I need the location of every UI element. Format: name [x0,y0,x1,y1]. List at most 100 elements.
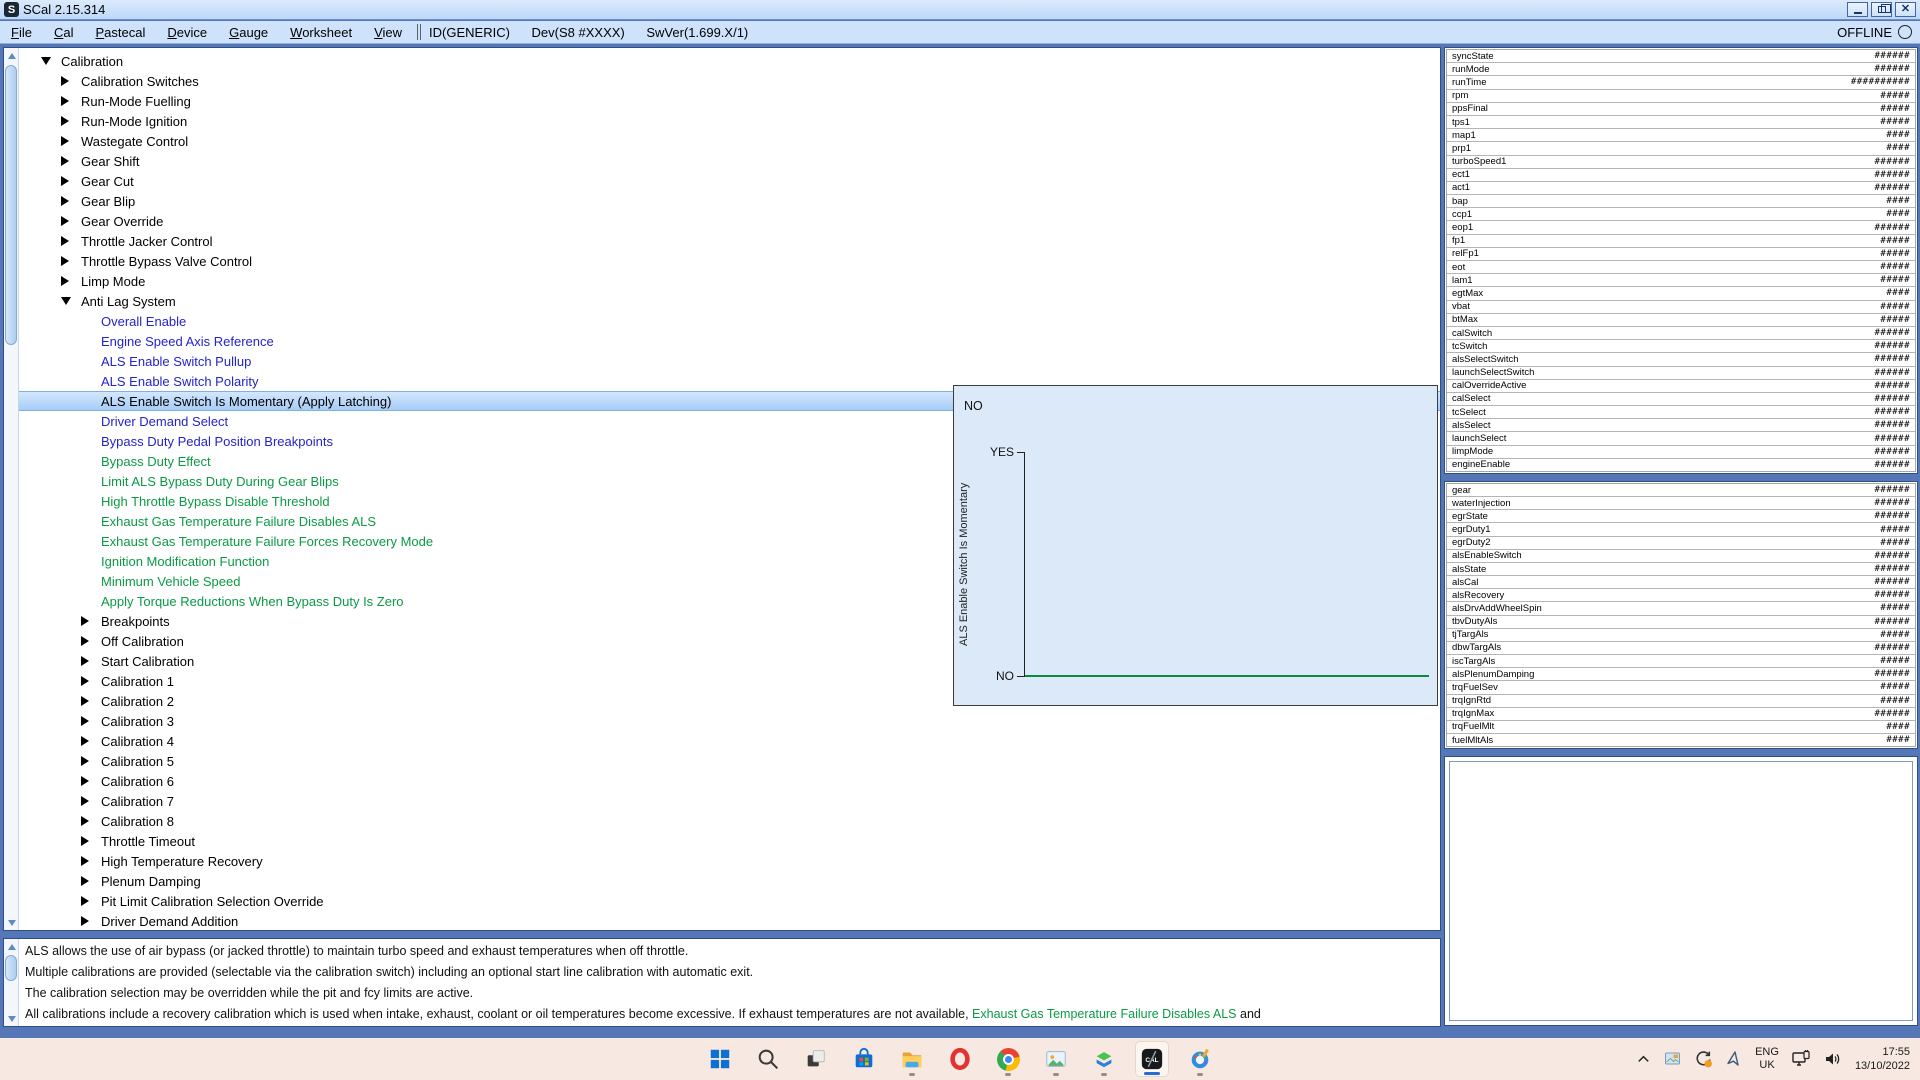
tree-item[interactable]: Run-Mode Fuelling [19,91,1440,111]
watch-row[interactable]: tcSelect ###### [1447,406,1915,419]
scal-app-button[interactable]: CAL [1135,1041,1169,1077]
tree-item[interactable]: Calibration Switches [19,71,1440,91]
watch-row[interactable]: trqIgnMax ###### [1447,708,1915,721]
scroll-down-icon[interactable] [4,915,19,930]
tray-photos-icon[interactable] [1664,1050,1682,1068]
tree-expand-icon[interactable] [61,116,81,126]
watch-row[interactable]: egrDuty1 ##### [1447,523,1915,536]
watch-row[interactable]: fp1 ##### [1447,235,1915,248]
tree-item[interactable]: Plenum Damping [19,871,1440,891]
minimize-button[interactable] [1847,2,1868,17]
bluestacks-button[interactable] [1087,1041,1121,1077]
description-scrollbar-thumb[interactable] [5,955,17,981]
watch-row[interactable]: gear ###### [1447,484,1915,497]
tree-expand-icon[interactable] [81,756,101,766]
menu-item[interactable]: View [363,25,413,40]
watch-row[interactable]: fuelMltAls #### [1447,734,1915,746]
tree-item[interactable]: Anti Lag System [19,291,1440,311]
tree-expand-icon[interactable] [81,916,101,926]
tree-expand-icon[interactable] [81,816,101,826]
tree-expand-icon[interactable] [81,796,101,806]
watch-row[interactable]: alsState ###### [1447,563,1915,576]
watch-row[interactable]: tcSwitch ###### [1447,340,1915,353]
chrome-button[interactable] [991,1041,1025,1077]
tray-sync-icon[interactable] [1694,1050,1713,1069]
photos-button[interactable] [1039,1041,1073,1077]
menu-item[interactable]: Worksheet [279,25,363,40]
watch-row[interactable]: runTime ########## [1447,76,1915,89]
opera-button[interactable] [943,1041,977,1077]
watch-row[interactable]: alsPlenumDamping ###### [1447,668,1915,681]
tree-item[interactable]: Calibration 4 [19,731,1440,751]
tree-item[interactable]: Engine Speed Axis Reference [19,331,1440,351]
tree-item[interactable]: Overall Enable [19,311,1440,331]
tree-expand-icon[interactable] [81,656,101,666]
tree-expand-icon[interactable] [61,236,81,246]
watch-row[interactable]: bap #### [1447,195,1915,208]
tray-chevron-up-icon[interactable] [1635,1051,1652,1068]
tree-expand-icon[interactable] [81,676,101,686]
watch-row[interactable]: runMode ###### [1447,63,1915,76]
tree-item[interactable]: Throttle Timeout [19,831,1440,851]
menu-item[interactable]: Pastecal [84,25,156,40]
tree-expand-icon[interactable] [61,176,81,186]
watch-row[interactable]: calOverrideActive ###### [1447,380,1915,393]
close-button[interactable]: ✕ [1895,2,1916,17]
paint-button[interactable] [1183,1041,1217,1077]
tree-expand-icon[interactable] [61,76,81,86]
tree-expand-icon[interactable] [61,196,81,206]
tree-expand-icon[interactable] [81,636,101,646]
tree-item[interactable]: Throttle Jacker Control [19,231,1440,251]
watch-row[interactable]: tbvDutyAls ###### [1447,616,1915,629]
watch-row[interactable]: launchSelectSwitch ###### [1447,367,1915,380]
menu-item[interactable]: Cal [43,25,85,40]
tree-scrollbar[interactable] [4,48,19,930]
tree-item[interactable]: Run-Mode Ignition [19,111,1440,131]
watch-row[interactable]: trqFuelMlt #### [1447,721,1915,734]
tree-item[interactable]: Throttle Bypass Valve Control [19,251,1440,271]
tree-expand-icon[interactable] [81,616,101,626]
watch-row[interactable]: calSelect ###### [1447,393,1915,406]
tree-expand-icon[interactable] [41,57,61,65]
tree-expand-icon[interactable] [61,136,81,146]
tree-item[interactable]: Gear Cut [19,171,1440,191]
watch-row[interactable]: trqIgnRtd ##### [1447,695,1915,708]
watch-row[interactable]: trqFuelSev ##### [1447,681,1915,694]
language-indicator[interactable]: ENG UK [1755,1046,1779,1072]
tree-item[interactable]: ALS Enable Switch Pullup [19,351,1440,371]
watch-row[interactable]: btMax ##### [1447,314,1915,327]
watch-row[interactable]: waterInjection ###### [1447,497,1915,510]
taskbar-search-button[interactable] [751,1041,785,1077]
tree-expand-icon[interactable] [61,276,81,286]
watch-row[interactable]: ccp1 #### [1447,208,1915,221]
watch-row[interactable]: iscTargAls ##### [1447,655,1915,668]
tree-item[interactable]: Pit Limit Calibration Selection Override [19,891,1440,911]
tree-expand-icon[interactable] [61,256,81,266]
watch-row[interactable]: alsSelectSwitch ###### [1447,353,1915,366]
tree-item[interactable]: Limp Mode [19,271,1440,291]
watch-row[interactable]: prp1 #### [1447,142,1915,155]
watch-row[interactable]: alsRecovery ###### [1447,589,1915,602]
scroll-up-icon[interactable] [4,939,19,954]
watch-row[interactable]: egrDuty2 ##### [1447,537,1915,550]
tree-item[interactable]: Gear Shift [19,151,1440,171]
watch-row[interactable]: rpm ##### [1447,90,1915,103]
description-scrollbar[interactable] [4,939,19,1026]
tree-item[interactable]: Calibration 8 [19,811,1440,831]
tree-item[interactable]: Gear Blip [19,191,1440,211]
microsoft-store-button[interactable] [847,1041,881,1077]
tree-item[interactable]: Calibration 5 [19,751,1440,771]
tree-expand-icon[interactable] [81,696,101,706]
tree-expand-icon[interactable] [81,736,101,746]
tree-item[interactable]: Calibration 6 [19,771,1440,791]
tree-scrollbar-thumb[interactable] [5,65,17,345]
watch-row[interactable]: launchSelect ###### [1447,432,1915,445]
tree-expand-icon[interactable] [61,297,81,305]
tree-item[interactable]: Driver Demand Addition [19,911,1440,931]
tree-expand-icon[interactable] [61,156,81,166]
watch-row[interactable]: map1 #### [1447,129,1915,142]
watch-row[interactable]: alsSelect ###### [1447,419,1915,432]
tree-item[interactable]: High Temperature Recovery [19,851,1440,871]
watch-row[interactable]: vbat ##### [1447,301,1915,314]
watch-row[interactable]: dbwTargAls ###### [1447,642,1915,655]
